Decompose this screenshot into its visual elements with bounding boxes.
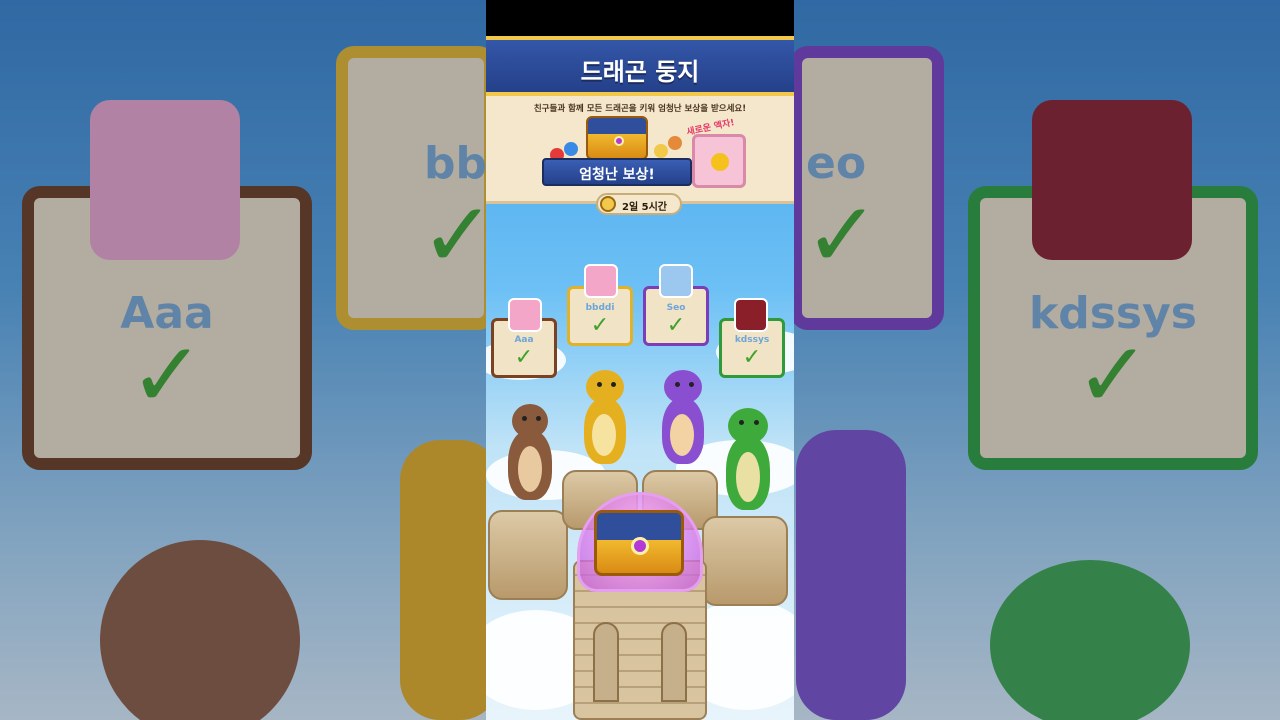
dragon-eye — [611, 382, 616, 387]
status-bar — [486, 0, 794, 36]
treasure-chest-icon — [586, 116, 648, 160]
nest-treasure-chest[interactable] — [594, 510, 684, 576]
dragon-eye — [522, 416, 527, 421]
new-frame-preview — [692, 134, 746, 188]
player-name: Aaa — [514, 335, 534, 345]
reward-label: 엄청난 보상! — [579, 167, 655, 183]
dragon-belly — [592, 414, 616, 456]
clock-icon — [600, 196, 616, 212]
player-name: kdssys — [734, 335, 770, 345]
coin-icon — [654, 144, 668, 158]
player-avatar-aaa — [508, 298, 542, 332]
reward-ribbon: 엄청난 보상! — [542, 158, 692, 186]
gem-icon — [564, 142, 578, 156]
dragon-head — [664, 370, 702, 404]
player-avatar-seo — [659, 264, 693, 298]
dragon-eye — [675, 382, 680, 387]
dragon-eye — [754, 420, 759, 425]
gem-icon — [668, 136, 682, 150]
title-header: 드래곤 둥지 — [486, 36, 794, 96]
dragon-belly — [736, 452, 760, 502]
event-timer: 2일 5시간 — [596, 193, 682, 215]
check-icon: ✓ — [514, 345, 534, 370]
dragon-head — [728, 408, 768, 444]
player-name: bbddi — [585, 303, 615, 313]
timer-text: 2일 5시간 — [622, 202, 667, 213]
dragon-belly — [518, 446, 542, 492]
dragon-eye — [536, 416, 541, 421]
tower-window — [661, 622, 687, 702]
event-description: 친구들과 함께 모든 드래곤을 키워 엄청난 보상을 받으세요! — [533, 104, 747, 114]
dragon-eye — [597, 382, 602, 387]
tower-window — [593, 622, 619, 702]
reward-banner[interactable]: 친구들과 함께 모든 드래곤을 키워 엄청난 보상을 받으세요! 엄청난 보상!… — [486, 96, 794, 204]
duck-icon — [711, 153, 729, 171]
dragon-head — [586, 370, 624, 404]
rock-platform — [702, 516, 788, 606]
rock-platform — [488, 510, 568, 600]
player-avatar-bbddi — [584, 264, 618, 298]
check-icon: ✓ — [742, 345, 762, 370]
check-icon: ✓ — [590, 313, 610, 338]
player-name: Seo — [666, 303, 686, 313]
chest-gem-icon — [614, 136, 624, 146]
green-dragon[interactable] — [710, 404, 788, 520]
dragon-belly — [670, 414, 694, 456]
brown-dragon[interactable] — [494, 400, 564, 510]
yellow-dragon[interactable] — [564, 364, 644, 474]
chest-gem-icon — [631, 537, 649, 555]
page-title: 드래곤 둥지 — [580, 58, 700, 86]
dragon-head — [512, 404, 548, 438]
player-avatar-kdssys — [734, 298, 768, 332]
dragon-eye — [689, 382, 694, 387]
dragon-eye — [739, 420, 744, 425]
check-icon: ✓ — [666, 313, 686, 338]
